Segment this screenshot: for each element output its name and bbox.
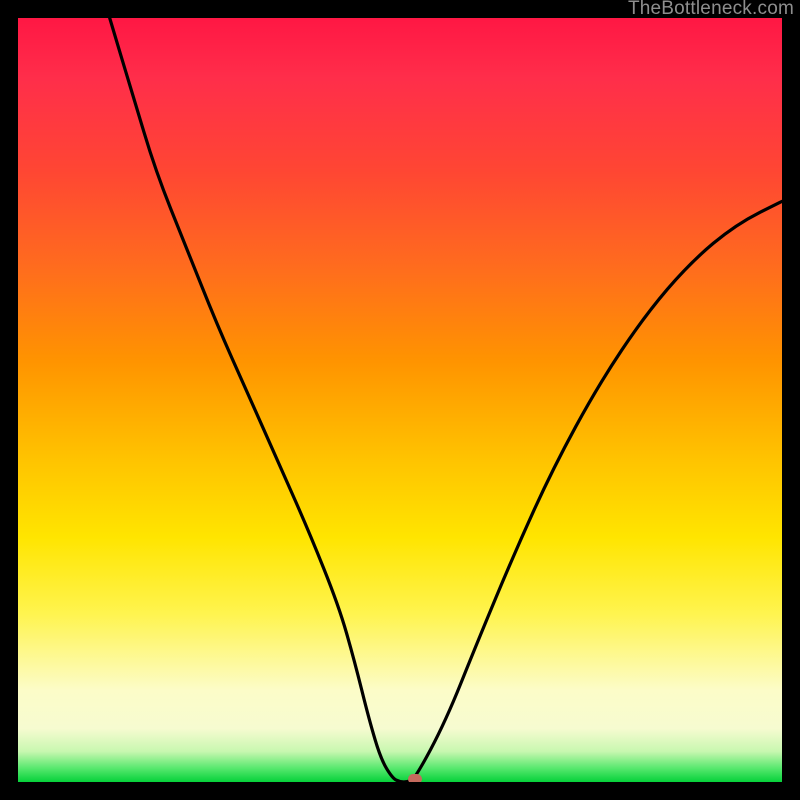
- watermark-text: TheBottleneck.com: [628, 0, 794, 18]
- optimal-point-marker: [408, 774, 422, 782]
- plot-area: [18, 18, 782, 782]
- bottleneck-curve: [110, 18, 782, 782]
- outer-frame: TheBottleneck.com: [0, 0, 800, 800]
- curve-layer: [18, 18, 782, 782]
